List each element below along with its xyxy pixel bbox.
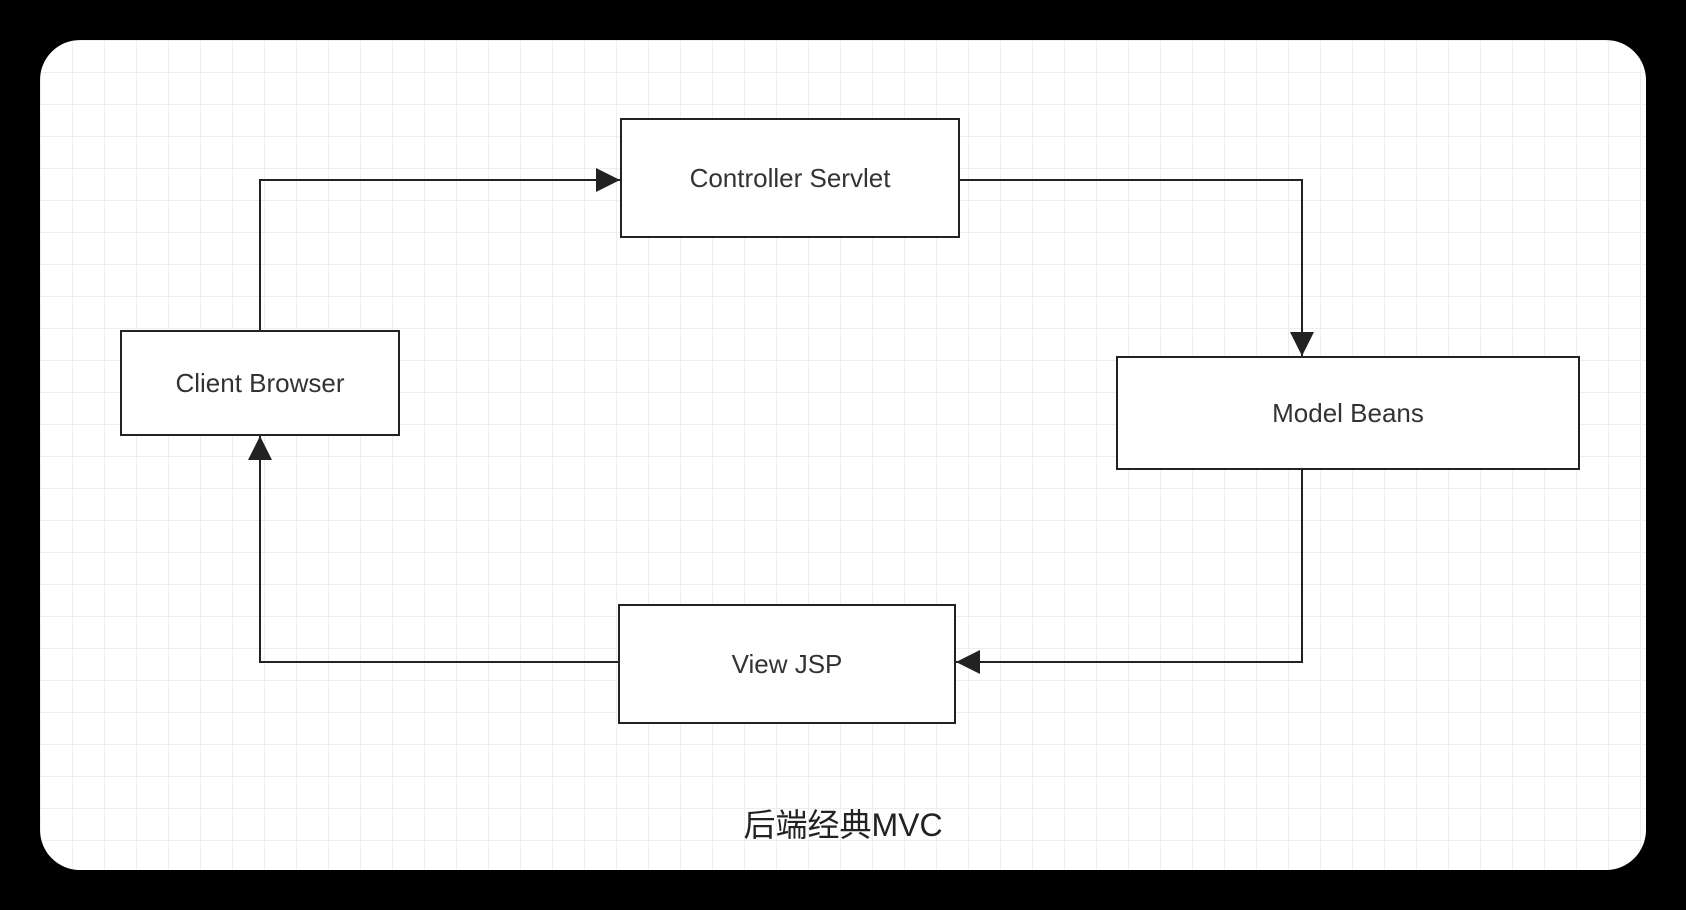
node-label: View JSP <box>732 649 843 680</box>
node-model-beans: Model Beans <box>1116 356 1580 470</box>
edge-controller-to-model <box>960 180 1302 356</box>
node-view-jsp: View JSP <box>618 604 956 724</box>
node-label: Client Browser <box>175 368 344 399</box>
node-label: Model Beans <box>1272 398 1424 429</box>
node-label: Controller Servlet <box>690 163 891 194</box>
edge-client-to-controller <box>260 180 620 330</box>
edge-view-to-client <box>260 436 618 662</box>
caption-text: 后端经典MVC <box>743 807 942 843</box>
edge-model-to-view <box>956 470 1302 662</box>
diagram-caption: 后端经典MVC <box>40 800 1646 846</box>
node-client-browser: Client Browser <box>120 330 400 436</box>
diagram-canvas: Client Browser Controller Servlet Model … <box>40 40 1646 870</box>
node-controller-servlet: Controller Servlet <box>620 118 960 238</box>
